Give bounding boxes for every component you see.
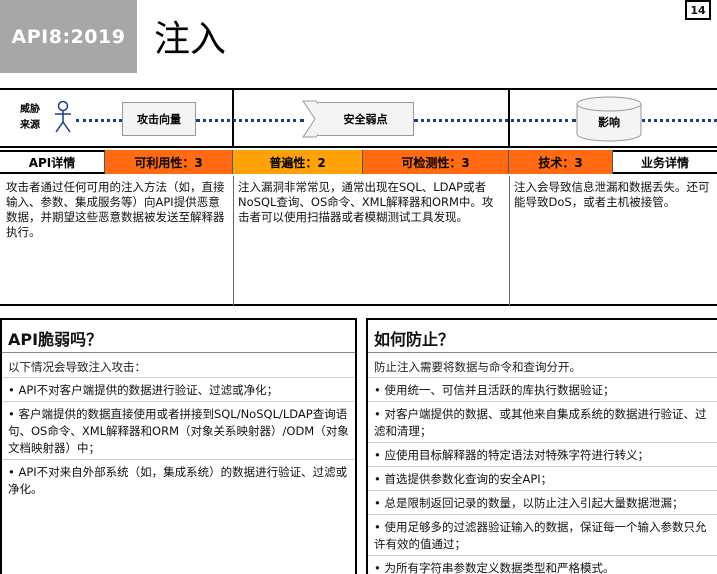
- business-details-label: 业务详情: [613, 150, 717, 174]
- list-item: API不对客户端提供的数据进行验证、过滤或净化；: [2, 377, 355, 401]
- flow-dots: [196, 119, 304, 122]
- attack-vector-box: 攻击向量: [122, 102, 196, 136]
- threat-agent-line1: 威胁: [20, 104, 40, 115]
- exploitability-rating: 可利用性：3: [105, 150, 233, 174]
- impact-description: 注入会导致信息泄漏和数据丢失。还可能导致DoS，或者主机被接管。: [514, 180, 710, 209]
- flow-dots: [76, 119, 122, 122]
- flow-divider: [508, 90, 510, 146]
- risk-flow-diagram: 威胁 来源 攻击向量 安全弱点 影响: [0, 88, 717, 148]
- list-item: 为所有字符串参数定义数据类型和严格模式。: [368, 555, 717, 574]
- security-weakness-box: 安全弱点: [318, 102, 414, 136]
- list-item: 对客户端提供的数据、或其他来自集成系统的数据进行验证、过滤和清理；: [368, 401, 717, 442]
- category-badge: API8:2019: [0, 0, 137, 73]
- api-details-label: API详情: [0, 150, 105, 174]
- impact-label: 影响: [598, 116, 620, 129]
- attack-description: 攻击者通过任何可用的注入方法（如，直接输入、参数、集成服务等）向API提供恶意数…: [6, 180, 225, 239]
- threat-agent-label: 威胁 来源: [20, 102, 40, 134]
- detectability-rating: 可检测性：3: [363, 150, 509, 174]
- rating-row: API详情 可利用性：3 普遍性：2 可检测性：3 技术：3 业务详情: [0, 150, 717, 174]
- prevalence-rating: 普遍性：2: [233, 150, 363, 174]
- weakness-description: 注入漏洞非常常见，通常出现在SQL、LDAP或者NoSQL查询、OS命令、XML…: [238, 180, 494, 224]
- prevention-panel: 如何防止？ 防止注入需要将数据与命令和查询分开。 使用统一、可信并且活跃的库执行…: [366, 318, 717, 574]
- flow-dots: [642, 119, 717, 122]
- prevention-heading: 如何防止？: [368, 320, 717, 353]
- list-item: 总是限制返回记录的数量，以防止注入引起大量数据泄漏；: [368, 490, 717, 514]
- list-item: API不对来自外部系统（如，集成系统）的数据进行验证、过滤或净化。: [2, 459, 355, 500]
- vulnerable-panel: API脆弱吗？ 以下情况会导致注入攻击： API不对客户端提供的数据进行验证、过…: [0, 318, 357, 574]
- vulnerable-list: API不对客户端提供的数据进行验证、过滤或净化； 客户端提供的数据直接使用或者拼…: [2, 377, 355, 500]
- technical-rating: 技术：3: [509, 150, 613, 174]
- flow-divider: [232, 90, 234, 146]
- person-icon: [55, 100, 71, 133]
- page-title: 注入: [154, 19, 227, 60]
- list-item: 首选提供参数化查询的安全API；: [368, 466, 717, 490]
- prevention-intro: 防止注入需要将数据与命令和查询分开。: [374, 360, 581, 374]
- list-item: 客户端提供的数据直接使用或者拼接到SQL/NoSQL/LDAP查询语句、OS命令…: [2, 401, 355, 459]
- list-item: 使用统一、可信并且活跃的库执行数据验证；: [368, 377, 717, 401]
- flow-dots: [414, 119, 576, 122]
- page-number: 14: [685, 0, 711, 20]
- vulnerable-intro: 以下情况会导致注入攻击：: [8, 360, 146, 374]
- prevention-list: 使用统一、可信并且活跃的库执行数据验证； 对客户端提供的数据、或其他来自集成系统…: [368, 377, 717, 574]
- threat-agent-line2: 来源: [20, 120, 40, 131]
- vulnerable-heading: API脆弱吗？: [2, 320, 355, 353]
- list-item: 应使用目标解释器的特定语法对特殊字符进行转义；: [368, 442, 717, 466]
- list-item: 使用足够多的过滤器验证输入的数据，保证每一个输入参数只允许有效的值通过；: [368, 514, 717, 555]
